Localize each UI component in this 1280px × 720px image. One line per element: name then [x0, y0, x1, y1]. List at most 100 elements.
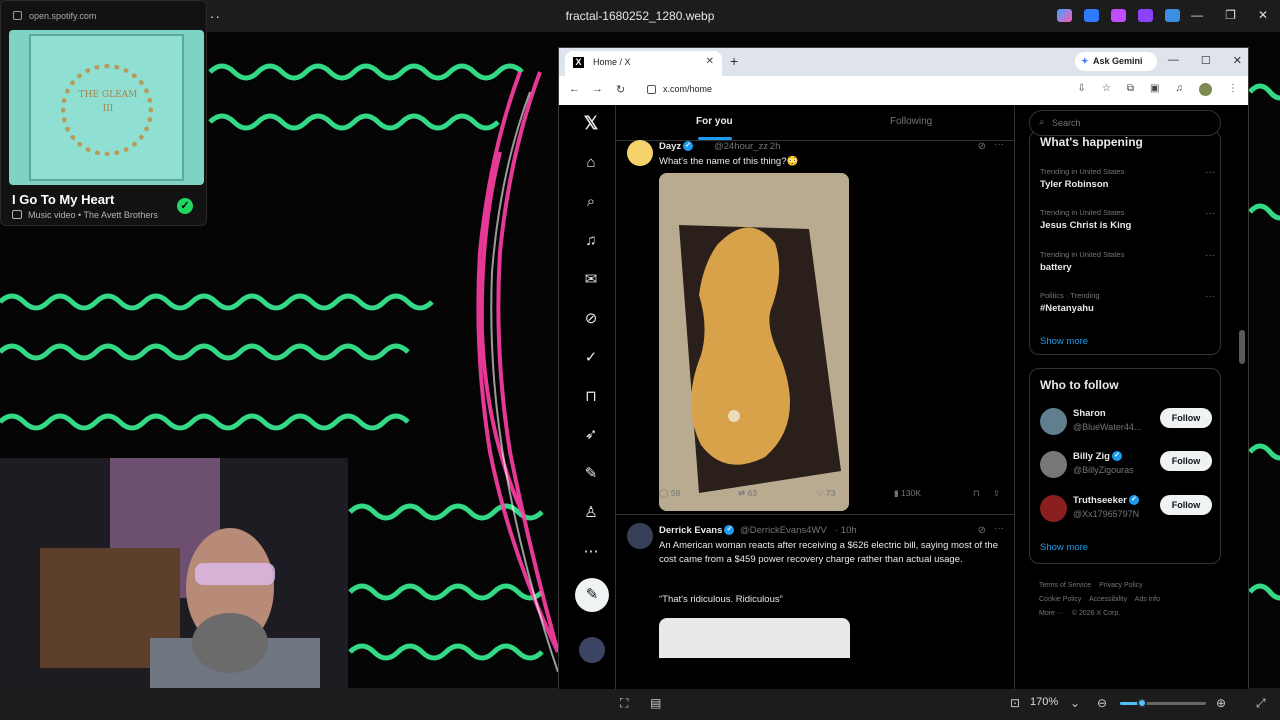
follow-name[interactable]: Truthseeker — [1073, 495, 1127, 506]
tweet[interactable]: Derrick Evans ✓ @DerrickEvans4WV · 10h ⊘ … — [616, 515, 1014, 689]
tab-home-x[interactable]: X Home / X ✕ — [565, 51, 722, 76]
trend-item[interactable]: Trending in United States Jesus Christ i… — [1040, 208, 1215, 231]
tweet-time[interactable]: · 2h — [764, 141, 780, 152]
follow-avatar[interactable] — [1040, 451, 1067, 478]
more-options-icon[interactable]: ⋯ — [581, 542, 601, 562]
premium-verified-icon[interactable]: ✓ — [581, 348, 601, 368]
trend-item[interactable]: Trending in United States battery ··· — [1040, 250, 1215, 273]
song-title[interactable]: I Go To My Heart — [12, 192, 114, 207]
reply-button[interactable]: ◯ 58 — [659, 488, 680, 499]
chevron-down-icon[interactable]: ⌄ — [1070, 696, 1080, 710]
trend-item[interactable]: Politics · Trending #Netanyahu ··· — [1040, 291, 1215, 314]
close-tab-icon[interactable]: ✕ — [706, 56, 714, 67]
tweet-more-icon[interactable]: ··· — [994, 139, 1004, 150]
tweet-handle[interactable]: @24hour_zz — [714, 141, 768, 152]
follow-suggestion[interactable]: Billy Zig ✓ @BillyZigouras Follow — [1030, 447, 1220, 487]
footer-link-privacy[interactable]: Privacy Policy — [1099, 582, 1143, 589]
close-icon[interactable]: ✕ — [1233, 54, 1242, 67]
bookmark-star-icon[interactable]: ☆ — [1102, 83, 1111, 96]
album-art[interactable]: THE GLEAM III — [9, 30, 204, 185]
media-controls-icon[interactable]: ♫ — [1176, 83, 1184, 96]
bookmark-icon[interactable]: ⊓ — [973, 488, 980, 499]
grok-explain-icon[interactable]: ⊘ — [978, 525, 986, 536]
tab-following[interactable]: Following — [890, 116, 932, 127]
profile-icon[interactable]: ♙ — [581, 503, 601, 523]
compose-post-button[interactable]: ✎ — [575, 578, 609, 612]
scrollbar-thumb[interactable] — [1239, 330, 1245, 364]
repost-button[interactable]: ⇄ 63 — [738, 488, 757, 499]
url-text[interactable]: x.com/home — [663, 84, 712, 94]
follow-avatar[interactable] — [1040, 495, 1067, 522]
cloud-icon[interactable] — [1165, 9, 1180, 22]
trend-more-icon[interactable]: ··· — [1205, 167, 1215, 178]
search-input[interactable]: ⌕ Search — [1029, 110, 1221, 136]
crop-icon[interactable]: ⛶ — [620, 696, 628, 711]
footer-link-terms[interactable]: Terms of Service — [1039, 582, 1091, 589]
install-app-icon[interactable]: ⇩ — [1078, 83, 1086, 96]
zoom-out-icon[interactable]: ⊖ — [1097, 696, 1107, 710]
footer-link-more[interactable]: More ··· — [1039, 610, 1064, 617]
jobs-rocket-icon[interactable]: ➶ — [581, 425, 601, 445]
x-logo-icon[interactable]: 𝕏 — [581, 113, 601, 133]
show-more-trends-link[interactable]: Show more — [1040, 336, 1088, 347]
song-subtitle[interactable]: Music video • The Avett Brothers — [28, 210, 158, 220]
app-icon[interactable] — [1138, 9, 1153, 22]
extensions-icon[interactable]: ⧉ — [1127, 83, 1134, 96]
follow-button[interactable]: Follow — [1160, 495, 1212, 515]
views-button[interactable]: ▮ 130K — [894, 488, 921, 499]
fullscreen-icon[interactable]: ⤢ — [1256, 696, 1266, 711]
explore-search-icon[interactable]: ⌕ — [581, 192, 601, 212]
follow-button[interactable]: Follow — [1160, 408, 1212, 428]
fit-window-icon[interactable]: ⊡ — [1010, 696, 1020, 710]
notifications-bell-icon[interactable]: ♫ — [581, 231, 601, 251]
close-icon[interactable]: ✕ — [1258, 8, 1268, 22]
site-settings-icon[interactable] — [13, 11, 22, 20]
like-button[interactable]: ♡ 73 — [816, 488, 835, 499]
page-scrollbar[interactable] — [1239, 105, 1245, 687]
articles-icon[interactable]: ✎ — [581, 464, 601, 484]
messages-mail-icon[interactable]: ✉ — [581, 270, 601, 290]
account-avatar[interactable] — [579, 637, 605, 663]
footer-link-accessibility[interactable]: Accessibility — [1089, 596, 1127, 603]
reload-icon[interactable]: ↻ — [616, 83, 625, 96]
back-icon[interactable]: ← — [569, 83, 580, 95]
forward-icon[interactable]: → — [592, 83, 603, 95]
tweet-avatar[interactable] — [627, 140, 653, 166]
follow-avatar[interactable] — [1040, 408, 1067, 435]
bookmarks-icon[interactable]: ⊓ — [581, 387, 601, 407]
ask-gemini-button[interactable]: ✦ Ask Gemini — [1075, 52, 1157, 71]
tweet[interactable]: Dayz ✓ @24hour_zz · 2h ⊘ ··· What's the n… — [616, 139, 1014, 515]
tweet-time[interactable]: · 10h — [835, 525, 857, 536]
new-tab-icon[interactable]: + — [730, 53, 738, 69]
show-more-follow-link[interactable]: Show more — [1040, 542, 1088, 553]
follow-suggestion[interactable]: Truthseeker ✓ @Xx17965797N Follow — [1030, 491, 1220, 531]
app-icon[interactable] — [1084, 9, 1099, 22]
text-recognition-icon[interactable]: ▤ — [650, 696, 661, 710]
tweet-handle[interactable]: @DerrickEvans4WV — [740, 525, 827, 536]
liked-check-icon[interactable]: ✓ — [177, 198, 193, 214]
footer-link-ads[interactable]: Ads info — [1135, 596, 1160, 603]
url-field[interactable]: x.com/home — [645, 80, 1065, 101]
trend-item[interactable]: Trending in United States Tyler Robinson… — [1040, 167, 1215, 190]
share-icon[interactable]: ⇪ — [993, 488, 1000, 499]
tweet-avatar[interactable] — [627, 523, 653, 549]
browser-menu-icon[interactable]: ⋮ — [1228, 83, 1238, 96]
trend-more-icon[interactable]: ··· — [1205, 250, 1215, 261]
tweet-more-icon[interactable]: ··· — [994, 523, 1004, 534]
follow-button[interactable]: Follow — [1160, 451, 1212, 471]
tab-for-you[interactable]: For you — [696, 116, 733, 127]
follow-suggestion[interactable]: Sharon @BlueWater44... Follow — [1030, 404, 1220, 444]
restore-icon[interactable]: ❐ — [1225, 8, 1236, 22]
minimize-icon[interactable]: — — [1168, 54, 1179, 67]
profile-avatar[interactable] — [1199, 83, 1212, 96]
app-icon[interactable] — [1111, 9, 1126, 22]
tweet-author-name[interactable]: Dayz — [659, 141, 681, 152]
zoom-in-icon[interactable]: ⊕ — [1216, 696, 1226, 710]
grok-explain-icon[interactable]: ⊘ — [978, 141, 986, 152]
tweet-image[interactable] — [659, 173, 849, 511]
grok-icon[interactable]: ⊘ — [581, 309, 601, 329]
footer-link-cookie[interactable]: Cookie Policy — [1039, 596, 1081, 603]
tweet-author-name[interactable]: Derrick Evans — [659, 525, 722, 536]
home-icon[interactable]: ⌂ — [581, 153, 601, 173]
tweet-video-thumbnail[interactable] — [659, 618, 850, 658]
